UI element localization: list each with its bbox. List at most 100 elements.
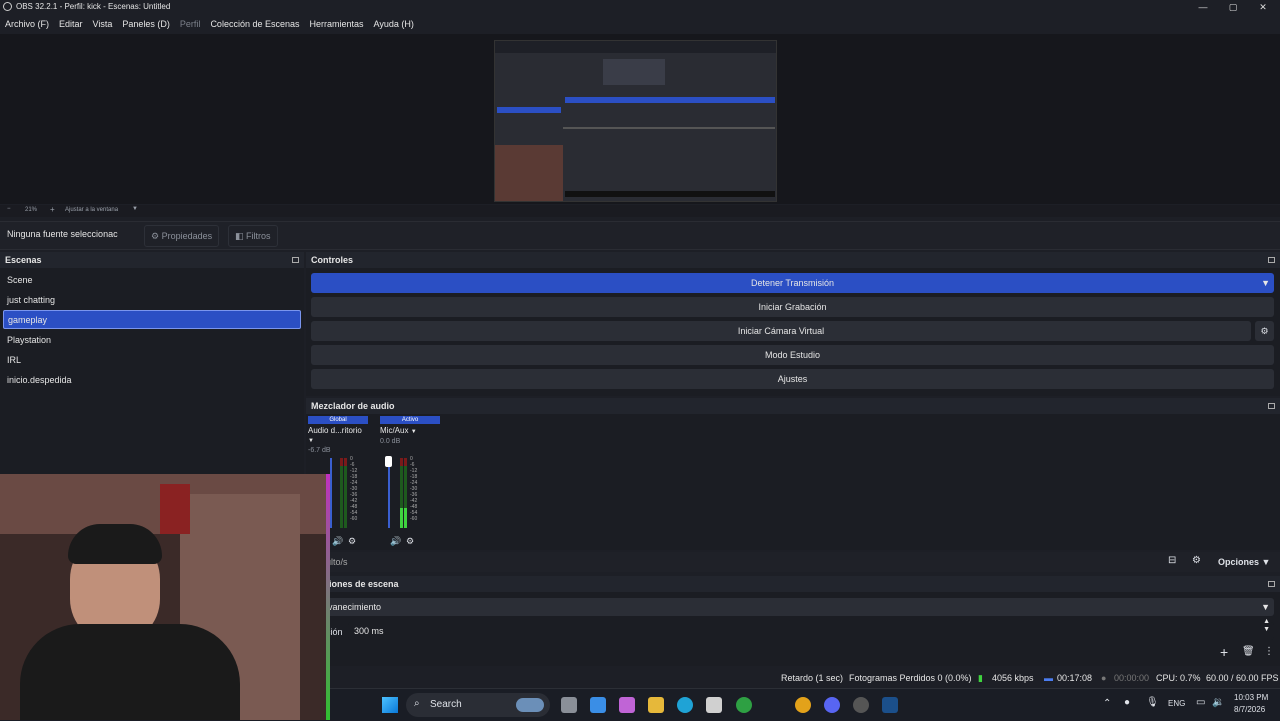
webcam-overlay — [0, 474, 330, 720]
transition-type-select[interactable]: vanecimiento ▼ — [322, 598, 1274, 616]
volume-meter — [400, 458, 403, 528]
no-source-label: Ninguna fuente seleccionac — [7, 229, 118, 239]
record-time: 00:00:00 — [1114, 673, 1150, 683]
options-button[interactable]: Opciones ▼ — [1218, 557, 1270, 567]
preview-frame — [494, 40, 777, 202]
menu-tools[interactable]: Herramientas — [305, 16, 369, 32]
minimize-button[interactable]: — — [1188, 0, 1218, 14]
menu-view[interactable]: Vista — [88, 16, 118, 32]
add-icon[interactable]: + — [1220, 644, 1228, 660]
discord-icon[interactable] — [824, 697, 840, 713]
menu-profile[interactable]: Perfil — [175, 16, 206, 32]
channel-name[interactable]: Audio d...ritorio ▼ — [308, 426, 368, 444]
meter-scale: 0 -6 -12 -18 -24 -30 -36 -42 -48 -54 -60 — [410, 456, 418, 522]
controls-title: Controles — [311, 255, 354, 265]
windows-start-icon[interactable] — [382, 697, 398, 713]
settings-button[interactable]: Ajustes — [311, 369, 1274, 389]
menu-scene-collection[interactable]: Colección de Escenas — [205, 16, 304, 32]
network-icon[interactable]: ▭ — [1196, 697, 1205, 708]
more-icon[interactable]: ⋮ — [1264, 646, 1274, 657]
chevron-down-icon[interactable]: ▼ — [132, 206, 138, 212]
language-indicator[interactable]: ENG — [1168, 699, 1185, 708]
store-icon[interactable] — [706, 697, 722, 713]
stepper-icon[interactable]: ▲ ▼ — [1263, 618, 1270, 634]
stop-stream-button[interactable]: Detener Transmisión ▼ — [311, 273, 1274, 293]
chevron-down-icon[interactable]: ▼ — [308, 438, 314, 444]
start-virtual-camera-button[interactable]: Iniciar Cámara Virtual — [311, 321, 1251, 341]
channel-tag: Activo — [380, 416, 440, 424]
zoom-value: 21% — [25, 207, 38, 213]
copilot-icon[interactable] — [619, 697, 635, 713]
fps-status: 60.00 / 60.00 FPS — [1206, 673, 1279, 683]
clock-time[interactable]: 10:03 PM — [1234, 693, 1268, 702]
undock-icon[interactable] — [292, 257, 299, 263]
bitrate-status: 4056 kbps — [992, 673, 1034, 683]
edge-icon[interactable] — [677, 697, 693, 713]
maximize-button[interactable]: ▢ — [1218, 0, 1248, 14]
virtual-camera-settings-icon[interactable]: ⚙ — [1255, 321, 1274, 341]
obs-taskbar-icon[interactable] — [853, 697, 869, 713]
channel-name[interactable]: Mic/Aux ▼ — [380, 426, 440, 435]
file-explorer-icon[interactable] — [648, 697, 664, 713]
trash-icon[interactable]: 🗑 — [1242, 646, 1255, 657]
menu-edit[interactable]: Editar — [54, 16, 88, 32]
properties-label: Propiedades — [161, 231, 213, 241]
widgets-icon[interactable] — [590, 697, 606, 713]
scene-item[interactable]: IRL — [3, 351, 301, 370]
dropped-frames-status: Fotogramas Perdidos 0 (0.0%) — [849, 673, 972, 683]
close-button[interactable]: ✕ — [1248, 0, 1278, 14]
menu-help[interactable]: Ayuda (H) — [369, 16, 419, 32]
filters-label: Filtros — [246, 231, 271, 241]
filter-icon: ◧ — [235, 231, 244, 241]
volume-meter — [344, 458, 347, 528]
scene-item[interactable]: just chatting — [3, 291, 301, 310]
volume-icon[interactable]: 🔉 — [1212, 697, 1224, 708]
volume-meter — [404, 458, 407, 528]
menu-docks[interactable]: Paneles (D) — [117, 16, 175, 32]
tray-app-icon[interactable]: ● — [1124, 697, 1130, 708]
scene-item[interactable]: inicio.despedida — [3, 371, 301, 390]
scene-item[interactable]: Scene — [3, 271, 301, 290]
search-icon: ⌕ — [414, 698, 420, 709]
search-box[interactable]: ⌕ Search — [406, 693, 550, 717]
mixer-title: Mezclador de audio — [311, 401, 395, 411]
zoom-in-button[interactable]: + — [50, 205, 55, 214]
zoom-bar: − 21% + Ajustar a la ventana ▼ — [0, 205, 1280, 217]
undock-icon[interactable] — [1268, 403, 1275, 409]
menu-file[interactable]: Archivo (F) — [0, 16, 54, 32]
scene-item-selected[interactable]: gameplay — [3, 310, 301, 329]
channel-settings-icon[interactable]: ⚙ — [406, 536, 414, 547]
chevron-down-icon[interactable]: ▼ — [411, 429, 417, 435]
filters-button[interactable]: ◧ Filtros — [228, 225, 278, 247]
undock-icon[interactable] — [1268, 581, 1275, 587]
volume-slider[interactable] — [388, 458, 390, 528]
properties-button[interactable]: ⚙ Propiedades — [144, 225, 220, 247]
audio-mixer-dock: Mezclador de audio Global Audio d...rito… — [306, 398, 1280, 550]
chevron-down-icon: ▼ — [1261, 602, 1270, 612]
zoom-out-button[interactable]: − — [7, 206, 11, 212]
layout-icon[interactable]: ⊟ — [1168, 555, 1176, 566]
volume-slider-handle[interactable] — [385, 456, 392, 467]
scene-item[interactable]: Playstation — [3, 331, 301, 350]
speaker-icon[interactable]: 🔊 — [390, 536, 401, 547]
speaker-icon[interactable]: 🔊 — [332, 536, 343, 547]
chevron-up-icon[interactable]: ⌃ — [1103, 698, 1111, 709]
clock-date[interactable]: 8/7/2026 — [1234, 705, 1265, 714]
controls-dock: Controles Detener Transmisión ▼ Iniciar … — [306, 252, 1280, 396]
advanced-audio-icon[interactable]: ⚙ — [1192, 555, 1201, 566]
chevron-down-icon[interactable]: ▼ — [1261, 273, 1270, 293]
channel-settings-icon[interactable]: ⚙ — [348, 536, 356, 547]
mixer-channel: Activo Mic/Aux ▼ 0.0 dB 0 -6 -12 -18 -24 -30-… — [380, 416, 440, 548]
volume-slider[interactable] — [330, 458, 332, 528]
steam-icon[interactable] — [882, 697, 898, 713]
xbox-icon[interactable] — [736, 697, 752, 713]
cpu-status: CPU: 0.7% — [1156, 673, 1201, 683]
start-recording-button[interactable]: Iniciar Grabación — [311, 297, 1274, 317]
undock-icon[interactable] — [1268, 257, 1275, 263]
zoom-fit-select[interactable]: Ajustar a la ventana — [65, 207, 118, 213]
microphone-icon[interactable]: 🎙 — [1146, 697, 1159, 708]
task-view-icon[interactable] — [561, 697, 577, 713]
chrome-icon[interactable] — [795, 697, 811, 713]
duration-field[interactable]: 300 ms ▲ ▼ — [348, 618, 1274, 640]
studio-mode-button[interactable]: Modo Estudio — [311, 345, 1274, 365]
